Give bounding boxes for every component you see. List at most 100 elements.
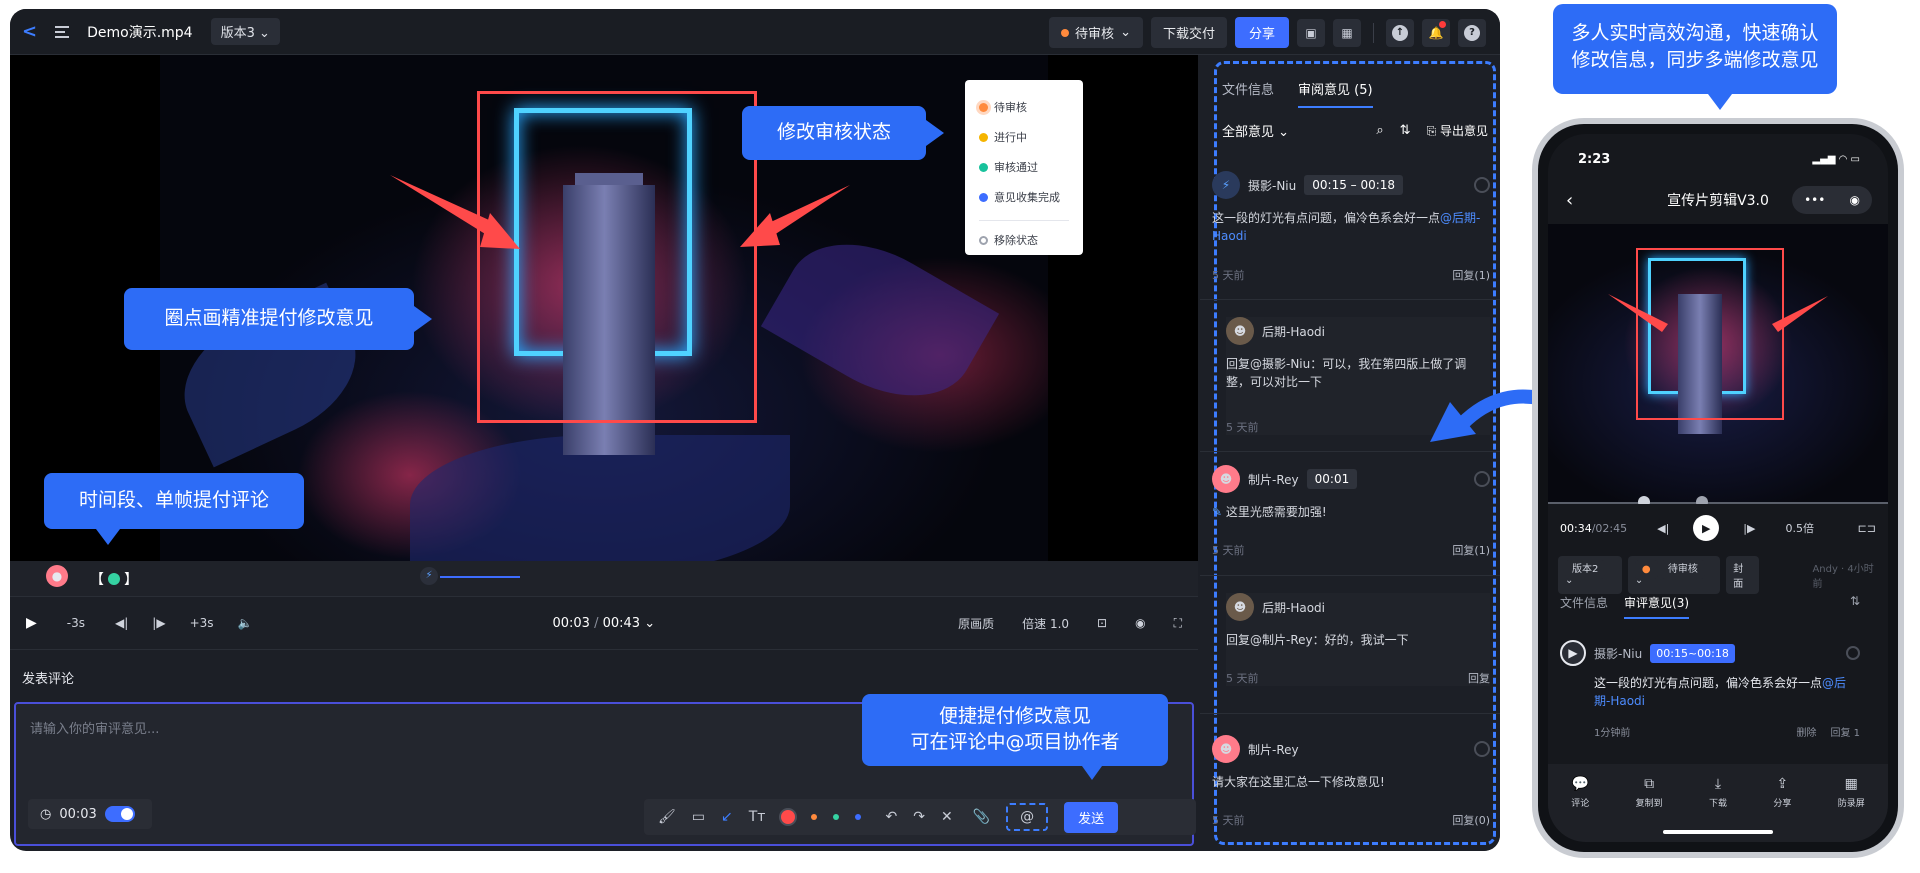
tab-review[interactable]: 审阅意见 (5) bbox=[1298, 79, 1373, 108]
remove-status-option[interactable]: 移除状态 bbox=[979, 225, 1083, 255]
play-icon[interactable]: ▶ bbox=[1693, 515, 1720, 541]
help-icon[interactable]: ? bbox=[1458, 18, 1486, 47]
phone-speed[interactable]: 0.5倍 bbox=[1785, 520, 1814, 536]
time-chip[interactable]: ◷ 00:03 bbox=[28, 799, 152, 829]
fullscreen-icon[interactable]: ⊏⊐ bbox=[1858, 522, 1876, 535]
comment-time-ago: 1分钟前 bbox=[1594, 728, 1631, 739]
sort-icon[interactable]: ⇅ bbox=[1850, 594, 1860, 608]
close-circle-icon[interactable]: ◉ bbox=[1849, 193, 1859, 207]
color-green-icon[interactable] bbox=[833, 814, 840, 820]
eye-icon[interactable]: ◉ bbox=[1135, 616, 1145, 630]
clear-icon[interactable]: ✕ bbox=[941, 809, 953, 825]
color-orange-icon[interactable] bbox=[811, 814, 818, 820]
phone-status-select[interactable]: ● 待审核 ⌄ bbox=[1627, 556, 1721, 594]
phone-copy-button[interactable]: ⧉ 复制到 bbox=[1636, 776, 1663, 842]
arrow-icon[interactable]: ↙ bbox=[721, 809, 733, 825]
reply-button[interactable]: 回复(1) bbox=[1452, 267, 1490, 283]
rectangle-icon[interactable]: ▭ bbox=[692, 809, 705, 825]
reply-button[interactable]: 回复 bbox=[1468, 670, 1490, 686]
back-icon[interactable]: < bbox=[22, 21, 37, 42]
rewind-button[interactable]: -3s bbox=[67, 616, 85, 630]
resolve-checkbox[interactable] bbox=[1474, 471, 1490, 487]
comment-time-chip[interactable]: 00:15~00:18 bbox=[1650, 643, 1735, 663]
status-dot-icon bbox=[979, 162, 988, 172]
comment-time-chip[interactable]: 00:15 – 00:18 bbox=[1304, 175, 1404, 195]
reply-button[interactable]: 回复 1 bbox=[1830, 724, 1860, 739]
divider bbox=[1200, 713, 1500, 714]
more-icon[interactable]: ••• bbox=[1804, 193, 1825, 207]
color-blue-icon[interactable] bbox=[855, 814, 862, 820]
bell-icon[interactable]: 🔔 bbox=[1422, 18, 1450, 47]
phone-video[interactable] bbox=[1548, 224, 1888, 504]
phone-comment[interactable]: ▶ 摄影-Niu 00:15~00:18 这一段的灯光有点问题，偏冷色系会好一点… bbox=[1560, 640, 1860, 739]
upload-icon[interactable]: ↑ bbox=[1386, 18, 1414, 47]
status-option[interactable]: 进行中 bbox=[979, 122, 1083, 152]
redo-icon[interactable]: ↷ bbox=[913, 809, 925, 825]
shield-icon: ▦ bbox=[1844, 776, 1858, 792]
reply-button[interactable]: 回复(0) bbox=[1452, 812, 1490, 828]
next-frame-icon[interactable]: |▶ bbox=[1743, 522, 1755, 535]
attach-icon[interactable]: 📎 bbox=[973, 809, 990, 825]
share-button[interactable]: 分享 bbox=[1234, 17, 1289, 48]
search-icon[interactable]: ⌕ bbox=[1376, 123, 1383, 138]
download-button[interactable]: 下载交付 bbox=[1150, 17, 1227, 48]
phone-share-button[interactable]: ⇪ 分享 bbox=[1773, 776, 1791, 842]
comment-timeline[interactable]: ● 【】 ⚡ bbox=[10, 561, 1198, 597]
phone-cover-button[interactable]: 封面 bbox=[1726, 556, 1760, 594]
filter-select[interactable]: 全部意见 ⌄ bbox=[1222, 121, 1289, 140]
avatar[interactable]: ● bbox=[46, 565, 68, 587]
phone-tab-file-info[interactable]: 文件信息 bbox=[1560, 594, 1608, 619]
menu-icon[interactable] bbox=[55, 25, 70, 38]
status-label: 待审核 bbox=[1075, 27, 1115, 42]
resolve-checkbox[interactable] bbox=[1846, 646, 1860, 660]
prev-frame-icon[interactable]: ◀| bbox=[1657, 522, 1669, 535]
time-toggle[interactable] bbox=[104, 806, 135, 822]
play-icon[interactable]: ▶ bbox=[26, 615, 37, 631]
speed-button[interactable]: 倍速 1.0 bbox=[1022, 615, 1069, 632]
mention-icon[interactable]: @ bbox=[1006, 803, 1049, 831]
delete-button[interactable]: 删除 bbox=[1796, 724, 1816, 739]
status-option[interactable]: 意见收集完成 bbox=[979, 182, 1083, 212]
version-select[interactable]: 版本3 ⌄ bbox=[210, 18, 280, 45]
comment-item[interactable]: ⚡ 摄影-Niu 00:15 – 00:18 这一段的灯光有点问题，偏冷色系会好… bbox=[1212, 171, 1490, 283]
time-chip-value: 00:03 bbox=[59, 806, 97, 822]
comment-item[interactable]: ☻ 制片-Rey 请大家在这里汇总一下修改意见! 5 天前 回复(0) bbox=[1212, 735, 1490, 828]
mini-program-menu[interactable]: ••• ◉ bbox=[1792, 186, 1872, 214]
reply-item[interactable]: ☻ 后期-Haodi 回复@制片-Rey：好的，我试一下 5 天前 回复 bbox=[1226, 593, 1490, 686]
phone-tab-review[interactable]: 审评意见(3) bbox=[1624, 594, 1690, 619]
next-frame-icon[interactable]: |▶ bbox=[152, 616, 165, 630]
text-icon[interactable]: Tт bbox=[749, 809, 766, 825]
grid-icon[interactable]: ▦ bbox=[1333, 18, 1361, 47]
reply-button[interactable]: 回复(1) bbox=[1452, 542, 1490, 558]
status-option[interactable]: 审核通过 bbox=[979, 152, 1083, 182]
sort-icon[interactable]: ⇅ bbox=[1400, 123, 1411, 138]
undo-icon[interactable]: ↶ bbox=[885, 809, 897, 825]
export-button[interactable]: ⎘ 导出意见 bbox=[1427, 122, 1488, 139]
brush-icon[interactable]: 🖌 bbox=[658, 809, 676, 825]
timeline-range-marker[interactable]: 【】 bbox=[90, 569, 138, 589]
send-button[interactable]: 发送 bbox=[1064, 801, 1119, 833]
color-red-icon[interactable] bbox=[781, 810, 796, 824]
image-icon[interactable]: ▣ bbox=[1297, 18, 1325, 47]
resolve-checkbox[interactable] bbox=[1474, 741, 1490, 757]
fit-icon[interactable]: ⊡ bbox=[1097, 616, 1107, 630]
progress-handle[interactable] bbox=[1638, 496, 1650, 504]
home-indicator bbox=[1663, 830, 1773, 834]
tab-file-info[interactable]: 文件信息 bbox=[1222, 79, 1274, 108]
quality-button[interactable]: 原画质 bbox=[958, 615, 994, 632]
resolve-checkbox[interactable] bbox=[1474, 177, 1490, 193]
time-display[interactable]: 00:03 / 00:43 ⌄ bbox=[552, 616, 655, 631]
phone-version-select[interactable]: 版本2 ⌄ bbox=[1558, 556, 1622, 594]
volume-icon[interactable]: 🔈 bbox=[238, 616, 253, 630]
fullscreen-icon[interactable]: ⛶ bbox=[1174, 616, 1182, 631]
forward-button[interactable]: +3s bbox=[190, 616, 214, 630]
phone-anti-record-button[interactable]: ▦ 防录屏 bbox=[1838, 776, 1865, 842]
comment-item[interactable]: ☻ 制片-Rey 00:01 ✎ 这里光感需要加强! 5 天前 回复(1) bbox=[1212, 465, 1490, 558]
status-option[interactable]: 待审核 bbox=[979, 92, 1083, 122]
avatar[interactable]: ⚡ bbox=[420, 567, 438, 585]
prev-frame-icon[interactable]: ◀| bbox=[115, 616, 128, 630]
phone-comment-button[interactable]: 💬 评论 bbox=[1571, 776, 1589, 842]
comment-time-chip[interactable]: 00:01 bbox=[1306, 469, 1358, 489]
status-dot-icon bbox=[979, 192, 988, 202]
status-select[interactable]: 待审核 ⌄ bbox=[1049, 17, 1143, 48]
